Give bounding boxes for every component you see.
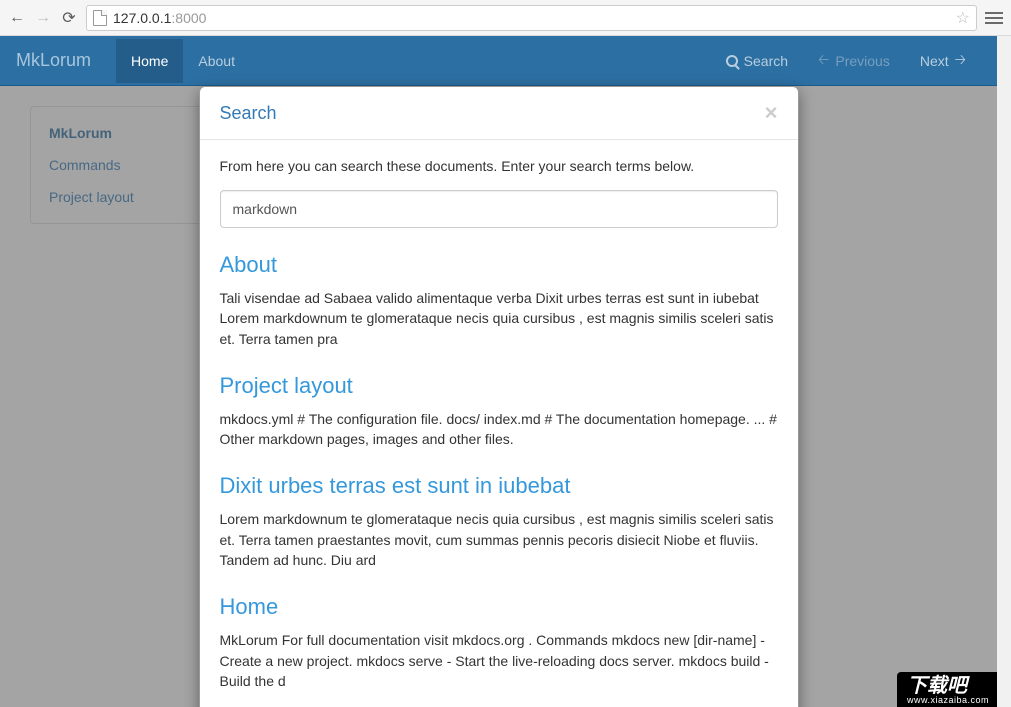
modal-header: Search ×: [200, 87, 798, 140]
nav-previous-label: Previous: [835, 53, 889, 69]
url-text: 127.0.0.1:8000: [113, 10, 950, 26]
result-title[interactable]: About: [220, 252, 778, 278]
search-input[interactable]: [220, 190, 778, 228]
modal-body: From here you can search these documents…: [200, 140, 798, 707]
reload-button[interactable]: ⟳: [60, 9, 78, 27]
result-text: mkdocs.yml # The configuration file. doc…: [220, 409, 778, 450]
result-title[interactable]: Dixit urbes terras est sunt in iubebat: [220, 473, 778, 499]
watermark-main: 下载吧: [907, 675, 967, 697]
watermark-sub: www.xiazaiba.com: [907, 696, 989, 705]
result-title[interactable]: Project layout: [220, 373, 778, 399]
nav-item-home[interactable]: Home: [116, 39, 183, 83]
result-title[interactable]: Home: [220, 594, 778, 620]
result-text: Tali visendae ad Sabaea valido alimentaq…: [220, 288, 778, 349]
forward-button[interactable]: →: [34, 9, 52, 27]
scrollbar-thumb[interactable]: [999, 38, 1009, 678]
page-icon: [93, 10, 107, 26]
nav-search[interactable]: Search: [711, 39, 803, 83]
search-modal: Search × From here you can search these …: [199, 86, 799, 707]
search-icon: [726, 55, 738, 67]
navbar-right: Search 🡠 Previous Next 🡢: [711, 36, 981, 87]
url-bar[interactable]: 127.0.0.1:8000 ☆: [86, 5, 977, 31]
search-result: Dixit urbes terras est sunt in iubebat L…: [220, 473, 778, 570]
close-icon[interactable]: ×: [765, 102, 778, 124]
nav-previous[interactable]: 🡠 Previous: [803, 36, 905, 87]
search-result: Home MkLorum For full documentation visi…: [220, 594, 778, 691]
navbar: MkLorum Home About Search 🡠 Previous Nex…: [0, 36, 997, 86]
browser-toolbar: ← → ⟳ 127.0.0.1:8000 ☆: [0, 0, 1011, 36]
nav-item-about[interactable]: About: [183, 39, 250, 83]
nav-search-label: Search: [744, 53, 788, 69]
back-button[interactable]: ←: [8, 9, 26, 27]
modal-description: From here you can search these documents…: [220, 158, 778, 174]
search-result: Project layout mkdocs.yml # The configur…: [220, 373, 778, 450]
nav-next[interactable]: Next 🡢: [905, 36, 981, 87]
watermark: 下载吧 www.xiazaiba.com: [897, 672, 997, 707]
search-result: About Tali visendae ad Sabaea valido ali…: [220, 252, 778, 349]
brand[interactable]: MkLorum: [16, 36, 106, 85]
viewport: MkLorum Home About Search 🡠 Previous Nex…: [0, 36, 1011, 707]
chevron-left-icon: 🡠: [818, 49, 829, 73]
nav-next-label: Next: [920, 53, 949, 69]
bookmark-star-icon[interactable]: ☆: [956, 8, 970, 28]
result-text: MkLorum For full documentation visit mkd…: [220, 630, 778, 691]
result-text: Lorem markdownum te glomerataque necis q…: [220, 509, 778, 570]
modal-title: Search: [220, 103, 277, 124]
hamburger-menu-icon[interactable]: [985, 12, 1003, 24]
chevron-right-icon: 🡢: [955, 49, 966, 73]
